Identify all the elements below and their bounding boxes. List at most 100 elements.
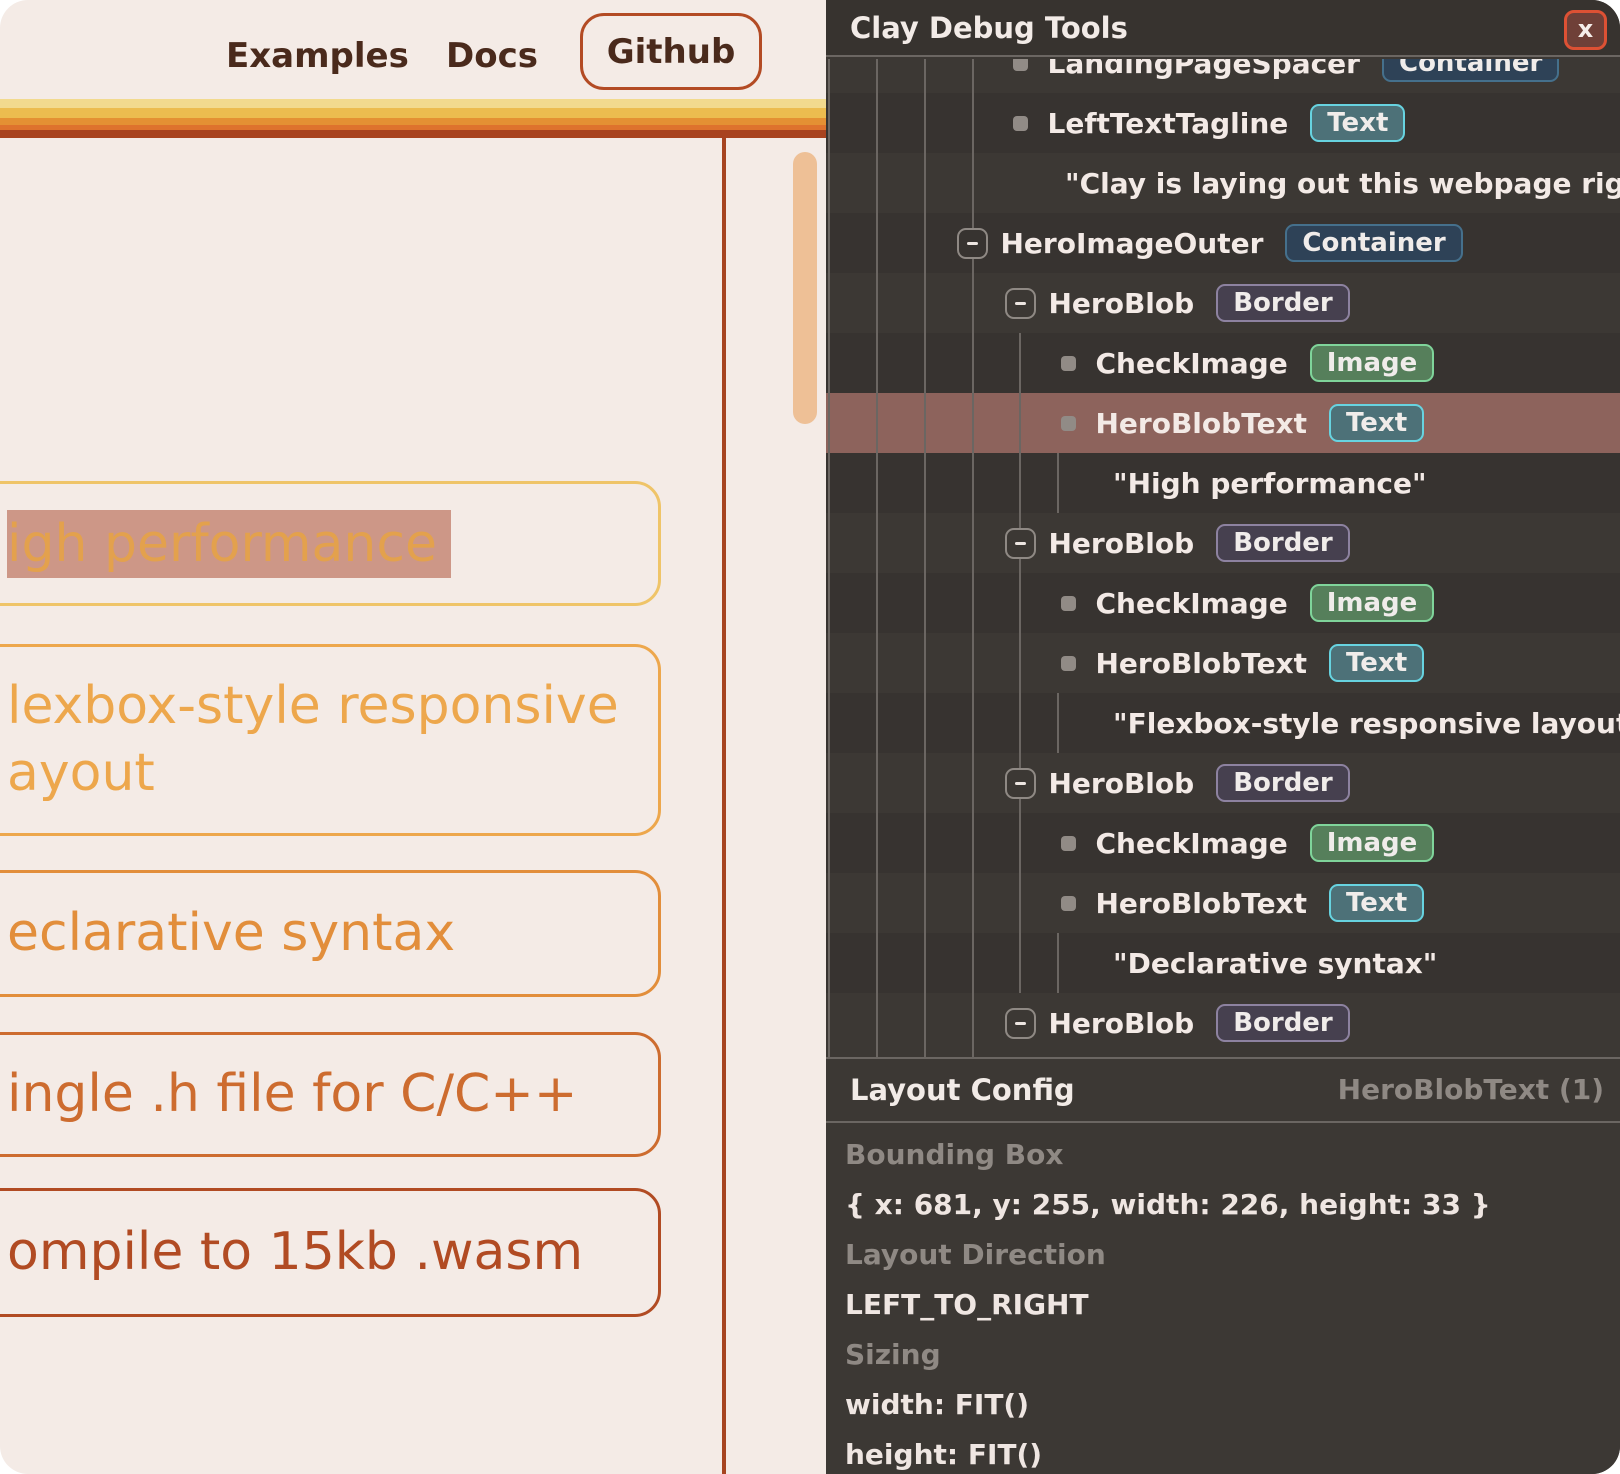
leaf-dot-icon [1061,596,1076,611]
config-field-label: Sizing [845,1329,1620,1379]
stripe [0,108,826,118]
element-type-badge: Text [1329,644,1424,682]
decorative-stripe-band [0,99,826,138]
collapse-button[interactable] [1005,528,1036,559]
debug-panel-header: Clay Debug Tools x [826,0,1620,57]
element-name: LandingPageSpacer [1048,59,1360,80]
element-name: CheckImage [1096,827,1288,860]
tree-row-HeroBlobText[interactable]: HeroBlobText Text [826,633,1620,693]
debug-panel-title: Clay Debug Tools [850,0,1128,57]
selection-highlight: igh performance [7,510,451,578]
indent-guide [1057,933,1059,993]
element-type-badge: Border [1216,524,1350,562]
element-type-badge: Text [1310,104,1405,142]
element-type-badge: Border [1216,284,1350,322]
layout-config-title: Layout Config [850,1059,1075,1121]
tree-row-HeroBlob[interactable]: HeroBlob Border [826,273,1620,333]
element-name: CheckImage [1096,347,1288,380]
tree-row-HeroBlob[interactable]: HeroBlob Border [826,513,1620,573]
github-button[interactable]: Github [580,13,762,90]
config-field-value: height: FIT() [845,1429,1620,1474]
content-divider-line [722,138,726,1474]
tree-row-quote[interactable]: "Declarative syntax" [826,933,1620,993]
clay-debug-panel: Clay Debug Tools x LandingPageSpacer Cont… [826,0,1620,1474]
layout-config-body: Bounding Box{ x: 681, y: 255, width: 226… [826,1123,1620,1474]
feature-box-text: lexbox-style responsive [7,673,658,740]
tree-row-quote[interactable]: "High performance" [826,453,1620,513]
feature-box-text: eclarative syntax [7,900,658,967]
tree-row-HeroBlobText[interactable]: HeroBlobText Text [826,393,1620,453]
tree-row-LandingPageSpacer[interactable]: LandingPageSpacer Container [826,59,1620,93]
element-type-badge: Image [1310,344,1435,382]
tree-row-LeftTextTagline[interactable]: LeftTextTagline Text [826,93,1620,153]
collapse-button[interactable] [957,228,988,259]
feature-box-text: ingle .h file for C/C++ [7,1061,658,1128]
leaf-dot-icon [1013,59,1028,71]
element-name: HeroBlob [1049,527,1195,560]
stripe [0,118,826,125]
element-text-content: "High performance" [1113,467,1427,500]
tree-row-HeroImageOuter[interactable]: HeroImageOuter Container [826,213,1620,273]
element-name: HeroBlob [1049,1007,1195,1040]
element-text-content: "Clay is laying out this webpage right n… [1065,167,1620,200]
config-field-value: LEFT_TO_RIGHT [845,1279,1620,1329]
element-name: HeroBlobText [1096,887,1308,920]
element-tree: LandingPageSpacer Container LeftTextTaglin… [826,59,1620,1057]
element-type-badge: Container [1285,224,1462,262]
indent-guide [828,59,830,1057]
element-type-badge: Container [1382,59,1559,82]
element-type-badge: Border [1216,1004,1350,1042]
nav-item-docs[interactable]: Docs [446,36,538,76]
tree-row-CheckImage[interactable]: CheckImage Image [826,333,1620,393]
leaf-dot-icon [1061,656,1076,671]
collapse-button[interactable] [1005,1008,1036,1039]
feature-box-text: ayout [7,740,658,807]
leaf-dot-icon [1061,356,1076,371]
element-name: CheckImage [1096,587,1288,620]
element-name: HeroBlob [1049,287,1195,320]
element-type-badge: Image [1310,584,1435,622]
config-field-label: Bounding Box [845,1129,1620,1179]
feature-box: ompile to 15kb .wasm [0,1188,661,1317]
tree-row-HeroBlob[interactable]: HeroBlob Border [826,993,1620,1053]
collapse-button[interactable] [1005,768,1036,799]
element-type-badge: Text [1329,404,1424,442]
clay-website-screenshot: Examples Docs Github igh performance lexb… [0,0,1620,1474]
collapse-button[interactable] [1005,288,1036,319]
tree-row-HeroBlob[interactable]: HeroBlob Border [826,753,1620,813]
element-name: HeroImageOuter [1001,227,1264,260]
element-text-content: "Flexbox-style responsive layout" [1113,707,1620,740]
feature-box: ingle .h file for C/C++ [0,1032,661,1157]
feature-box: igh performance [0,481,661,606]
indent-guide [876,59,878,1057]
element-name: HeroBlobText [1096,647,1308,680]
feature-box: eclarative syntax [0,870,661,997]
close-button[interactable]: x [1564,10,1607,50]
nav-item-examples[interactable]: Examples [226,36,409,76]
tree-row-quote[interactable]: "Flexbox-style responsive layout" [826,693,1620,753]
layout-config-bar: Layout Config HeroBlobText (1) [826,1057,1620,1123]
element-name: LeftTextTagline [1048,107,1289,140]
feature-box-text: ompile to 15kb .wasm [7,1219,658,1286]
feature-box-text: igh performance [7,510,658,578]
element-type-badge: Border [1216,764,1350,802]
selected-element-label: HeroBlobText (1) [1338,1059,1604,1121]
tree-row-quote[interactable]: "Clay is laying out this webpage right n… [826,153,1620,213]
indent-guide [924,59,926,1057]
indent-guide [1057,693,1059,753]
leaf-dot-icon [1061,416,1076,431]
leaf-dot-icon [1061,896,1076,911]
element-name: HeroBlobText [1096,407,1308,440]
feature-box: lexbox-style responsiveayout [0,644,661,836]
stripe [0,99,826,108]
tree-row-CheckImage[interactable]: CheckImage Image [826,813,1620,873]
leaf-dot-icon [1013,116,1028,131]
scrollbar-thumb[interactable] [793,152,817,424]
tree-row-CheckImage[interactable]: CheckImage Image [826,573,1620,633]
element-type-badge: Image [1310,824,1435,862]
element-name: HeroBlob [1049,767,1195,800]
stripe [0,130,826,138]
indent-guide [1019,333,1021,993]
tree-row-HeroBlobText[interactable]: HeroBlobTextText [826,873,1620,933]
indent-guide [972,59,974,1057]
